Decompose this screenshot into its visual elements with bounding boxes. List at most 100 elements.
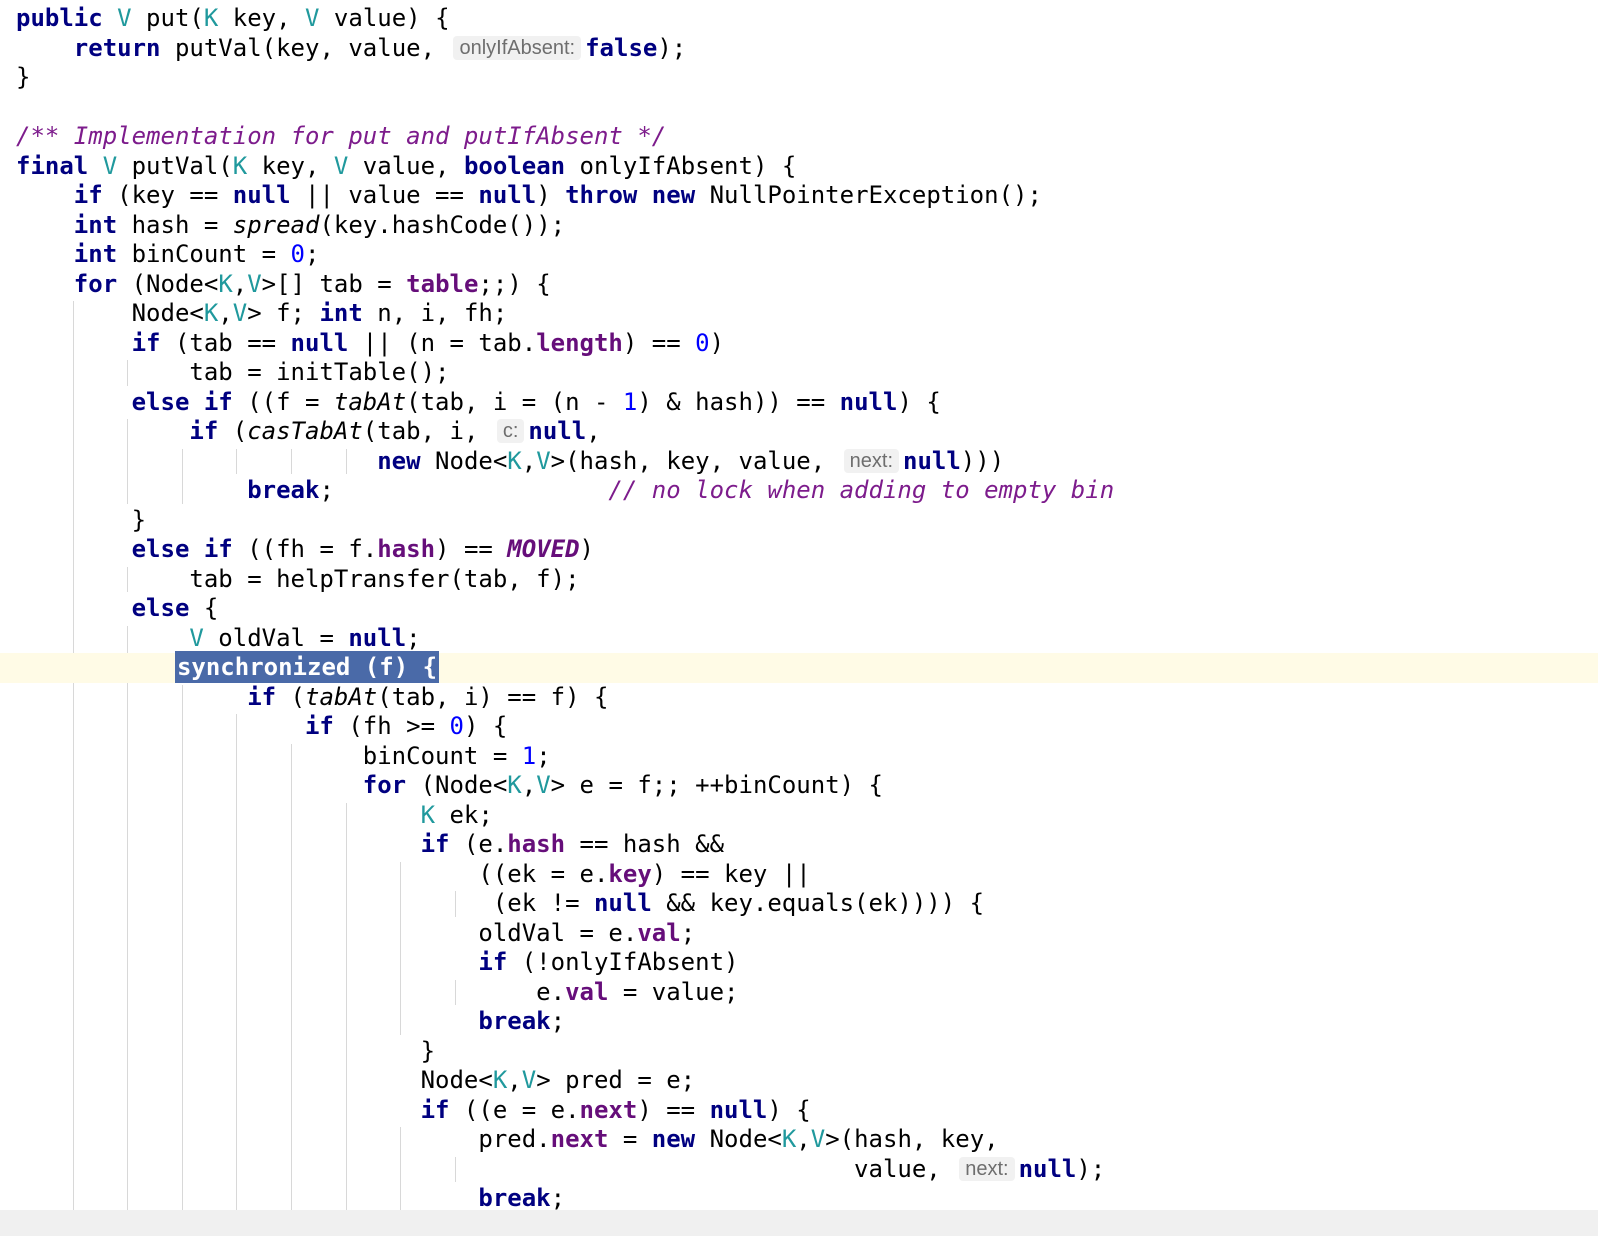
field-ref: val: [637, 918, 681, 947]
code-line-content: else if ((fh = f.hash) == MOVED): [16, 535, 594, 565]
code-line-content: if (tab == null || (n = tab.length) == 0…: [16, 329, 724, 359]
code-line-current[interactable]: synchronized (f) {: [0, 651, 1598, 683]
code-line[interactable]: }: [0, 1037, 1598, 1067]
code-line-content: break; // no lock when adding to empty b…: [16, 476, 1114, 506]
code-line[interactable]: break; // no lock when adding to empty b…: [0, 476, 1598, 506]
code-line[interactable]: /** Implementation for put and putIfAbse…: [0, 122, 1598, 152]
code-text: e.: [16, 977, 566, 1006]
field-ref: table: [406, 269, 479, 298]
code-line[interactable]: int binCount = 0;: [0, 240, 1598, 270]
parameter-hint: next:: [843, 448, 899, 473]
code-text: onlyIfAbsent) {: [565, 151, 797, 180]
code-text: (tab, i) == f) {: [377, 682, 609, 711]
code-line[interactable]: for (Node<K,V> e = f;; ++binCount) {: [0, 771, 1598, 801]
code-line-content: tab = helpTransfer(tab, f);: [16, 564, 580, 595]
code-line[interactable]: break;: [0, 1007, 1598, 1037]
code-line[interactable]: (ek != null && key.equals(ek)))) {: [0, 889, 1598, 919]
editor-bottom-bar: [0, 1210, 1598, 1236]
keyword: if: [131, 328, 161, 357]
code-line[interactable]: tab = initTable();: [0, 358, 1598, 388]
code-text: Node<: [16, 1066, 493, 1094]
keyword: boolean: [463, 151, 566, 180]
keyword: int: [73, 210, 118, 239]
code-editor[interactable]: public V put(K key, V value) { return pu…: [0, 0, 1598, 1236]
code-line[interactable]: }: [0, 63, 1598, 93]
code-line[interactable]: value, next: null);: [0, 1155, 1598, 1185]
code-text: value,: [348, 151, 464, 180]
code-line[interactable]: pred.next = new Node<K,V>(hash, key,: [0, 1125, 1598, 1155]
code-line-content: return putVal(key, value, onlyIfAbsent: f…: [16, 34, 686, 64]
comment: // no lock when adding to empty bin: [608, 476, 1115, 504]
code-line[interactable]: if (!onlyIfAbsent): [0, 948, 1598, 978]
code-line[interactable]: public V put(K key, V value) {: [0, 4, 1598, 34]
selected-text[interactable]: synchronized (f) {: [174, 651, 440, 683]
code-line-content: pred.next = new Node<K,V>(hash, key,: [16, 1125, 998, 1155]
code-line[interactable]: tab = helpTransfer(tab, f);: [0, 565, 1598, 595]
code-line[interactable]: }: [0, 506, 1598, 536]
code-line[interactable]: Node<K,V> pred = e;: [0, 1066, 1598, 1096]
code-line[interactable]: K ek;: [0, 801, 1598, 831]
code-line[interactable]: if (key == null || value == null) throw …: [0, 181, 1598, 211]
keyword: null: [839, 387, 898, 416]
code-line[interactable]: V oldVal = null;: [0, 624, 1598, 654]
code-line[interactable]: if ((e = e.next) == null) {: [0, 1096, 1598, 1126]
code-text: == hash &&: [565, 830, 725, 858]
code-text: {: [189, 594, 219, 622]
keyword: public: [16, 4, 103, 32]
keyword: break: [247, 476, 320, 504]
code-line[interactable]: ((ek = e.key) == key ||: [0, 860, 1598, 890]
code-line[interactable]: [0, 93, 1598, 123]
code-line[interactable]: new Node<K,V>(hash, key, value, next: nul…: [0, 447, 1598, 477]
code-text: = value;: [608, 977, 739, 1006]
code-line[interactable]: e.val = value;: [0, 978, 1598, 1008]
code-line[interactable]: if (fh >= 0) {: [0, 712, 1598, 742]
type-param: K: [203, 299, 219, 327]
code-line[interactable]: binCount = 1;: [0, 742, 1598, 772]
code-line[interactable]: oldVal = e.val;: [0, 919, 1598, 949]
code-line[interactable]: if (casTabAt(tab, i, c: null,: [0, 417, 1598, 447]
code-text: ;: [319, 476, 609, 504]
code-text: key,: [247, 151, 334, 180]
code-text: );: [1076, 1154, 1106, 1183]
code-text: put(: [131, 4, 204, 32]
code-text: key,: [218, 4, 306, 32]
keyword: null: [232, 181, 291, 209]
code-text: tab = helpTransfer(tab, f);: [16, 564, 580, 593]
code-line-content: else {: [16, 594, 219, 624]
keyword: break: [478, 1007, 551, 1035]
code-line[interactable]: final V putVal(K key, V value, boolean o…: [0, 152, 1598, 182]
code-line-content: for (Node<K,V> e = f;; ++binCount) {: [16, 771, 883, 801]
type-param: K: [781, 1125, 797, 1153]
code-line[interactable]: else if ((fh = f.hash) == MOVED): [0, 535, 1598, 565]
code-line[interactable]: else if ((f = tabAt(tab, i = (n - 1) & h…: [0, 388, 1598, 418]
code-line-content: }: [16, 506, 146, 536]
code-text: ((fh = f.: [232, 535, 378, 563]
code-line[interactable]: int hash = spread(key.hashCode());: [0, 211, 1598, 241]
code-line[interactable]: if (e.hash == hash &&: [0, 830, 1598, 860]
code-line[interactable]: for (Node<K,V>[] tab = table;;) {: [0, 270, 1598, 300]
field-ref: val: [565, 977, 609, 1006]
code-line-content: for (Node<K,V>[] tab = table;;) {: [16, 270, 551, 300]
code-text: (tab, i,: [362, 417, 493, 445]
code-text: ek;: [435, 800, 493, 829]
code-text: n, i, fh;: [362, 299, 508, 327]
code-line[interactable]: return putVal(key, value, onlyIfAbsent: f…: [0, 34, 1598, 64]
code-text: (: [218, 417, 248, 445]
static-method-ref: tabAt: [333, 387, 407, 416]
code-line-content: }: [16, 63, 30, 93]
code-line[interactable]: if (tabAt(tab, i) == f) {: [0, 683, 1598, 713]
static-method-ref: spread: [232, 210, 320, 239]
code-text: > e = f;; ++binCount) {: [550, 771, 883, 799]
code-line[interactable]: Node<K,V> f; int n, i, fh;: [0, 299, 1598, 329]
code-text: (: [276, 682, 305, 711]
type-param: V: [333, 151, 349, 180]
code-line[interactable]: else {: [0, 594, 1598, 624]
code-text: binCount =: [117, 240, 291, 268]
code-line[interactable]: if (tab == null || (n = tab.length) == 0…: [0, 329, 1598, 359]
parameter-hint: onlyIfAbsent:: [453, 35, 582, 60]
